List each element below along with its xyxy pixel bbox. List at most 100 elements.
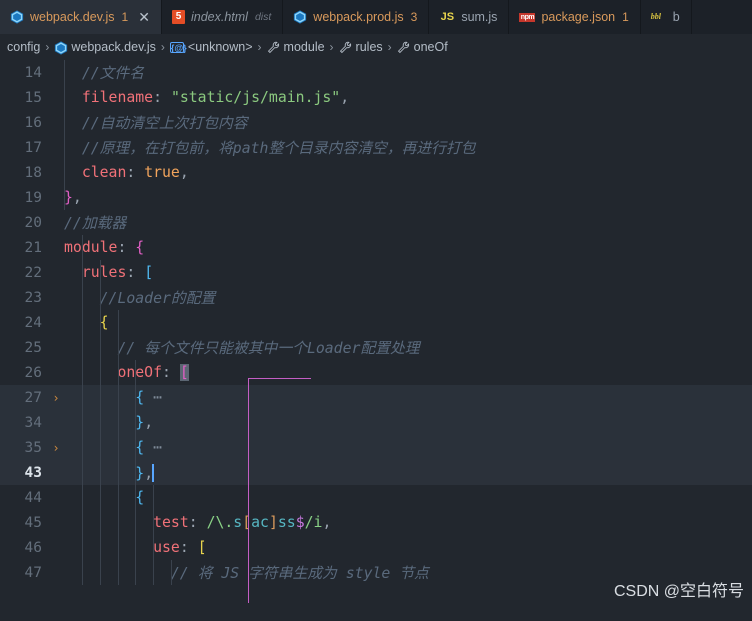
code-token: clean — [81, 164, 127, 181]
editor-tab-package-json[interactable]: npm package.json 1 — [509, 0, 641, 34]
breadcrumb-label: rules — [355, 40, 383, 54]
code-token: { — [135, 389, 145, 406]
code-line[interactable]: 27 › { ⋯ — [0, 385, 752, 410]
webpack-icon — [54, 40, 68, 55]
line-number: 26 — [24, 364, 42, 381]
line-number: 45 — [24, 514, 42, 531]
editor-tab-bar: webpack.dev.js 1 ✕ 5 index.html dist webpack.p… — [0, 0, 752, 34]
symbol-object-icon: {@} — [169, 41, 187, 53]
code-text: }, — [64, 463, 752, 482]
code-line[interactable]: 46 use: [ — [0, 535, 752, 560]
code-text: //加载器 — [64, 212, 752, 233]
vscode-window: webpack.dev.js 1 ✕ 5 index.html dist webpack.p… — [0, 0, 752, 621]
code-text: { ⋯ — [64, 439, 752, 456]
breadcrumb-separator: › — [329, 40, 334, 54]
breadcrumb-item-oneof[interactable]: oneOf — [394, 40, 451, 54]
fold-chevron-icon[interactable]: › — [48, 391, 64, 405]
code-line[interactable]: 43 }, — [0, 460, 752, 485]
editor-tab-b[interactable]: bbl b — [641, 0, 692, 34]
code-line[interactable]: 35 › { ⋯ — [0, 435, 752, 460]
code-token: : — [179, 539, 198, 556]
webpack-icon — [293, 10, 307, 24]
editor-tab-webpack-prod-js[interactable]: webpack.prod.js 3 — [283, 0, 430, 34]
line-number: 16 — [24, 114, 42, 131]
code-line[interactable]: 23 //Loader的配置 — [0, 285, 752, 310]
npm-icon: npm — [519, 12, 536, 22]
code-token: } — [64, 189, 73, 206]
code-line[interactable]: 34 }, — [0, 410, 752, 435]
code-token: //自动清空上次打包内容 — [64, 115, 248, 132]
code-line[interactable]: 14 //文件名 — [0, 60, 752, 85]
code-token: "static/js/main.js" — [170, 89, 341, 106]
code-text: use: [ — [64, 539, 752, 556]
code-line[interactable]: 26 oneOf: [ — [0, 360, 752, 385]
line-number: 19 — [24, 189, 42, 206]
breadcrumb-separator: › — [45, 40, 50, 54]
code-line[interactable]: 20 //加载器 — [0, 210, 752, 235]
editor-tab-index-html[interactable]: 5 index.html dist — [162, 0, 284, 34]
tab-close-icon[interactable]: ✕ — [138, 10, 150, 24]
line-number: 15 — [24, 89, 42, 106]
code-line[interactable]: 47 // 将 JS 字符串生成为 style 节点 — [0, 560, 752, 585]
code-token: : — [188, 514, 207, 531]
breadcrumb-item--unknown-[interactable]: {@} <unknown> — [167, 40, 256, 54]
tab-path-suffix: dist — [254, 11, 272, 23]
breadcrumb-label: config — [7, 40, 41, 54]
code-text: // 将 JS 字符串生成为 style 节点 — [64, 562, 752, 583]
code-text: test: /\.s[ac]ss$/i, — [64, 514, 752, 531]
code-token: oneOf — [117, 364, 162, 381]
code-line[interactable]: 24 { — [0, 310, 752, 335]
code-token: ] — [268, 514, 278, 531]
code-token: use — [153, 539, 180, 556]
editor-tab-webpack-dev-js[interactable]: webpack.dev.js 1 ✕ — [0, 0, 162, 34]
code-line[interactable]: 45 test: /\.s[ac]ss$/i, — [0, 510, 752, 535]
code-token: } — [135, 464, 145, 482]
code-line[interactable]: 44 { — [0, 485, 752, 510]
code-line[interactable]: 22 rules: [ — [0, 260, 752, 285]
fold-chevron-icon[interactable]: › — [48, 441, 64, 455]
breadcrumb-item-module[interactable]: module — [264, 40, 328, 54]
breadcrumb-item-webpack-dev-js[interactable]: webpack.dev.js — [51, 40, 159, 55]
code-line[interactable]: 16 //自动清空上次打包内容 — [0, 110, 752, 135]
breadcrumb-separator: › — [257, 40, 262, 54]
code-token: { — [99, 314, 109, 331]
code-line[interactable]: 17 //原理，在打包前，将path整个目录内容清空，再进行打包 — [0, 135, 752, 160]
line-number: 23 — [24, 289, 42, 306]
line-number: 22 — [24, 264, 42, 281]
line-number: 27 — [24, 389, 42, 406]
code-text: //自动清空上次打包内容 — [64, 112, 752, 133]
breadcrumb-label: module — [283, 40, 325, 54]
code-line[interactable]: 19}, — [0, 185, 752, 210]
breadcrumb-item-rules[interactable]: rules — [336, 40, 386, 54]
code-line[interactable]: 15 filename: "static/js/main.js", — [0, 85, 752, 110]
code-text: //原理，在打包前，将path整个目录内容清空，再进行打包 — [64, 137, 752, 158]
breadcrumb-separator: › — [387, 40, 392, 54]
code-text: { — [64, 314, 752, 331]
code-line[interactable]: 21 module: { — [0, 235, 752, 260]
code-token: , — [322, 514, 332, 531]
line-number: 35 — [24, 439, 42, 456]
line-number: 34 — [24, 414, 42, 431]
code-token: : — [117, 239, 136, 256]
code-line[interactable]: 25 // 每个文件只能被其中一个Loader配置处理 — [0, 335, 752, 360]
code-text: // 每个文件只能被其中一个Loader配置处理 — [64, 337, 752, 358]
code-line[interactable]: 18 clean: true, — [0, 160, 752, 185]
code-token: ss — [277, 514, 296, 531]
tab-problem-count: 3 — [410, 10, 418, 24]
code-editor[interactable]: 14 //文件名 15 filename: "static/js/main.js"… — [0, 60, 752, 621]
code-token: ⋯ — [144, 439, 163, 456]
breadcrumb-label: <unknown> — [187, 40, 253, 54]
line-number: 44 — [24, 489, 42, 506]
tab-label: webpack.dev.js — [30, 10, 115, 24]
editor-tab-sum-js[interactable]: JS sum.js — [429, 0, 510, 34]
code-token: // 将 JS 字符串生成为 style 节点 — [64, 565, 429, 582]
line-number: 18 — [24, 164, 42, 181]
code-token: } — [135, 414, 145, 431]
code-token: rules — [81, 264, 127, 281]
tab-problem-count: 1 — [121, 10, 129, 24]
breadcrumb-item-config[interactable]: config — [4, 40, 43, 54]
